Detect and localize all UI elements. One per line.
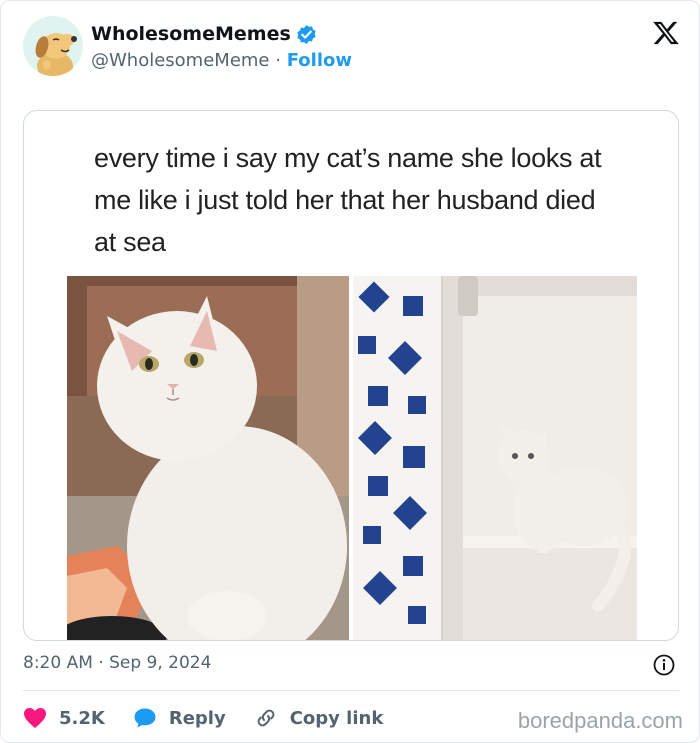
left-cat-photo <box>67 276 351 640</box>
handle-separator: · <box>275 50 281 71</box>
like-count: 5.2K <box>59 707 105 729</box>
tweet-card: WholesomeMemes @WholesomeMeme · Follow e… <box>0 0 700 743</box>
tweet-timestamp[interactable]: 8:20 AM · Sep 9, 2024 <box>23 653 211 673</box>
handle[interactable]: @WholesomeMeme <box>91 50 270 71</box>
reply-label: Reply <box>168 707 226 729</box>
like-button[interactable]: 5.2K <box>23 707 105 729</box>
x-logo-icon[interactable] <box>652 19 680 47</box>
display-name[interactable]: WholesomeMemes <box>91 23 291 45</box>
reply-bubble-icon <box>134 708 156 728</box>
heart-icon <box>24 708 46 728</box>
name-row: WholesomeMemes <box>91 23 317 45</box>
copy-link-label: Copy link <box>289 707 384 729</box>
meme-caption: every time i say my cat’s name she looks… <box>94 143 602 257</box>
follow-button[interactable]: Follow <box>287 50 352 71</box>
info-icon[interactable] <box>653 654 675 676</box>
tweet-header: WholesomeMemes @WholesomeMeme · Follow <box>23 16 683 80</box>
divider <box>23 690 679 691</box>
action-bar: 5.2K Reply Copy link <box>23 704 411 732</box>
verified-badge-icon <box>297 24 316 44</box>
right-cat-photo <box>353 276 637 640</box>
tweet-media[interactable]: every time i say my cat’s name she looks… <box>23 110 679 641</box>
link-icon <box>257 709 275 727</box>
handle-row: @WholesomeMeme · Follow <box>91 50 352 71</box>
avatar[interactable] <box>23 16 83 76</box>
cat-photos <box>67 276 637 640</box>
copy-link-button[interactable]: Copy link <box>254 706 384 730</box>
watermark: boredpanda.com <box>517 708 683 733</box>
reply-button[interactable]: Reply <box>133 707 226 729</box>
